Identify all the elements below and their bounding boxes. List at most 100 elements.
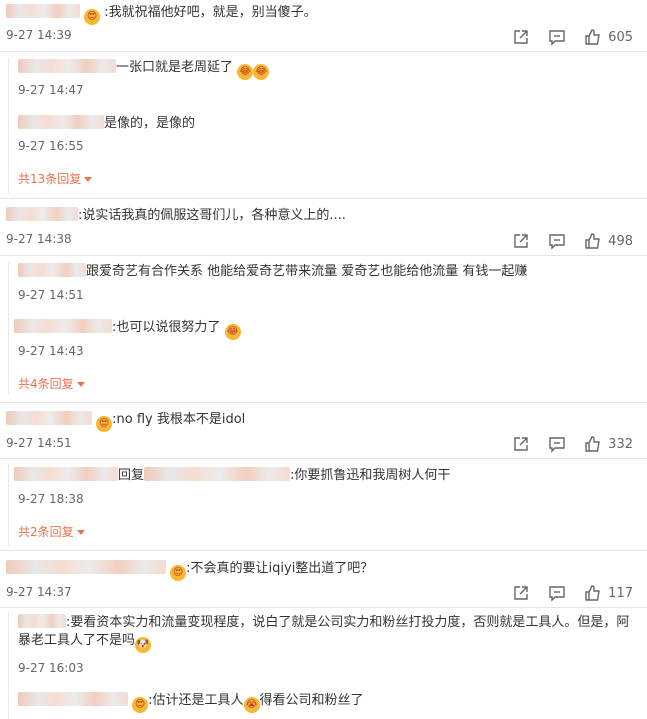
username-blurred[interactable] [6, 4, 80, 18]
comment-text: :no fly 我根本不是idol [112, 412, 246, 427]
username-blurred[interactable] [18, 115, 104, 129]
caret-down-icon [76, 530, 85, 535]
emoji-icon: 😍 [84, 9, 101, 25]
mention-blurred[interactable] [144, 467, 291, 481]
username-blurred[interactable] [18, 692, 128, 706]
reply-body: 😍:估计还是工具人 😭 得看公司和粉丝了 [18, 692, 364, 713]
thumbs-up-icon [585, 436, 600, 452]
expand-replies-link[interactable]: 共2条回复 [18, 523, 85, 540]
share-button[interactable] [512, 435, 530, 453]
share-icon [514, 30, 528, 44]
reply-time: 9-27 18:38 [18, 492, 84, 506]
username-blurred[interactable] [14, 467, 118, 481]
comment-text: :不会真的要让iqiyi整出道了吧？ [186, 561, 374, 576]
reply-text: 一张口就是老周延了 [116, 60, 234, 75]
like-button[interactable]: 332 [584, 435, 633, 453]
reply-thread-line [8, 612, 9, 719]
comment-icon [549, 586, 565, 602]
divider [0, 198, 647, 199]
comment-4-body: 😍:不会真的要让iqiyi整出道了吧？ [6, 560, 373, 581]
reply-text: 跟爱奇艺有合作关系 他能给爱奇艺带来流量 爱奇艺也能给他流量 有钱一起赚 [86, 264, 528, 279]
expand-replies-link[interactable]: 共13条回复 [18, 170, 93, 187]
comment-text: :我就祝福他好吧，就是，别当傻子。 [104, 5, 317, 20]
reply-thread-line [8, 464, 9, 546]
username-blurred[interactable] [14, 319, 112, 333]
reply-body: :也可以说很努力了 😂 [14, 319, 241, 340]
thumbs-up-icon [585, 233, 600, 249]
username-blurred[interactable] [6, 560, 166, 574]
thumbs-up-icon [585, 29, 600, 45]
username-blurred[interactable] [18, 263, 86, 277]
comment-actions: 498 [512, 231, 633, 251]
reply-time: 9-27 16:03 [18, 661, 84, 675]
reply-thread-line [8, 262, 9, 394]
reply-text: :估计还是工具人 [148, 693, 244, 708]
emoji-icon: 😍 [96, 416, 113, 432]
username-blurred[interactable] [18, 614, 66, 628]
divider [0, 255, 647, 256]
comment-actions: 605 [512, 27, 633, 47]
reply-time: 9-27 14:43 [18, 344, 84, 358]
divider [0, 458, 647, 459]
reply-time: 9-27 16:55 [18, 139, 84, 153]
laugh-emoji-icon: 😂 [224, 324, 241, 340]
doge-emoji-icon: 🐶 [135, 637, 152, 653]
reply-body: 是像的，是像的 [18, 115, 195, 133]
caret-down-icon [76, 382, 85, 387]
cry-laugh-emoji-icon: 😭 [243, 697, 260, 713]
comment-icon [549, 30, 565, 46]
comment-actions: 117 [512, 583, 633, 603]
comment-1-body: 😍 :我就祝福他好吧，就是，别当傻子。 [6, 4, 317, 25]
share-button[interactable] [512, 28, 530, 46]
username-blurred[interactable] [6, 207, 78, 221]
like-count: 498 [608, 233, 633, 249]
username-blurred[interactable] [6, 411, 92, 425]
reply-text: 是像的，是像的 [104, 116, 196, 131]
comment-button[interactable] [548, 28, 566, 46]
expand-replies-link[interactable]: 共4条回复 [18, 375, 85, 392]
username-blurred[interactable] [18, 59, 116, 73]
comment-3-body: 😍:no fly 我根本不是idol [6, 411, 245, 432]
like-button[interactable]: 117 [584, 584, 633, 602]
reply-text: :你要抓鲁迅和我周树人何干 [290, 468, 451, 483]
laugh-emoji-icon: 😂 [237, 64, 254, 80]
comment-actions: 332 [512, 434, 633, 454]
reply-time: 9-27 14:47 [18, 83, 84, 97]
comment-time: 9-27 14:39 [6, 28, 72, 42]
comment-time: 9-27 14:37 [6, 585, 72, 599]
divider [0, 550, 647, 551]
share-icon [514, 437, 528, 451]
caret-down-icon [84, 177, 93, 182]
reply-body: 一张口就是老周延了 😂 😂 [18, 59, 270, 80]
share-button[interactable] [512, 232, 530, 250]
comment-button[interactable] [548, 435, 566, 453]
like-count: 117 [608, 585, 633, 601]
like-button[interactable]: 605 [584, 28, 633, 46]
reply-thread-line [8, 58, 9, 193]
like-count: 332 [608, 436, 633, 452]
divider [0, 51, 647, 52]
reply-text: :要看资本实力和流量变现程度，说白了就是公司实力和粉丝打投力度，否则就是工具人。… [18, 615, 630, 648]
thumbs-up-icon [585, 585, 600, 601]
divider [0, 607, 647, 608]
reply-text: :也可以说很努力了 [112, 320, 221, 335]
comment-button[interactable] [548, 232, 566, 250]
reply-body: 跟爱奇艺有合作关系 他能给爱奇艺带来流量 爱奇艺也能给他流量 有钱一起赚 [18, 263, 527, 281]
emoji-icon: 😍 [132, 697, 149, 713]
share-button[interactable] [512, 584, 530, 602]
comment-time: 9-27 14:51 [6, 436, 72, 450]
reply-prefix: 回复 [118, 468, 145, 483]
reply-body: :要看资本实力和流量变现程度，说白了就是公司实力和粉丝打投力度，否则就是工具人。… [18, 614, 633, 653]
comment-button[interactable] [548, 584, 566, 602]
comment-icon [549, 234, 565, 250]
like-button[interactable]: 498 [584, 232, 633, 250]
reply-body: 回复 :你要抓鲁迅和我周树人何干 [14, 467, 450, 485]
emoji-icon: 😍 [170, 565, 187, 581]
share-icon [514, 586, 528, 600]
laugh-emoji-icon: 😂 [253, 64, 270, 80]
comment-icon [549, 437, 565, 453]
comment-2-body: :说实话我真的佩服这哥们儿，各种意义上的.... [6, 207, 346, 225]
comment-text: :说实话我真的佩服这哥们儿，各种意义上的.... [78, 208, 346, 223]
share-icon [514, 234, 528, 248]
reply-text-continued: 得看公司和粉丝了 [259, 693, 364, 708]
